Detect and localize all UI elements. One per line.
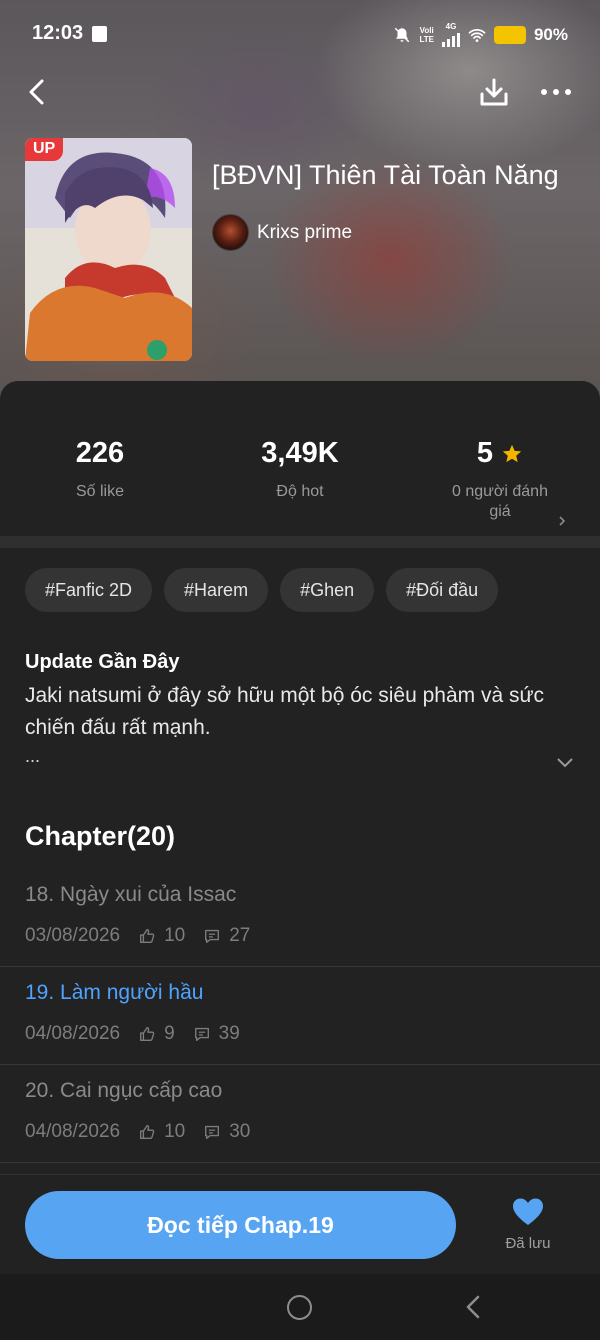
hot-value: 3,49K xyxy=(261,437,339,469)
battery-level: 90% xyxy=(533,24,568,44)
thumbs-up-icon xyxy=(140,1027,155,1041)
chapter-comments: 39 xyxy=(218,1023,240,1044)
thumbs-up-icon xyxy=(140,1125,155,1139)
star-icon xyxy=(502,444,522,462)
shopping-bag-icon xyxy=(92,26,107,42)
chapter-meta: 03/08/2026 10 27 xyxy=(25,925,250,947)
chapter-comments: 27 xyxy=(229,925,251,946)
system-nav-bar xyxy=(0,1274,600,1340)
chevron-down-icon[interactable] xyxy=(555,755,575,769)
chapter-date: 04/08/2026 xyxy=(25,1121,121,1142)
status-bar: 12:03 Voli LTE 4G 90% xyxy=(0,18,600,54)
signal-group: 4G xyxy=(441,22,460,47)
download-icon[interactable] xyxy=(474,72,514,112)
likes-label: Số like xyxy=(75,483,125,500)
chapter-heading: Chapter(20) xyxy=(25,821,176,851)
network-type: Voli LTE xyxy=(419,25,434,44)
more-icon[interactable] xyxy=(536,74,576,110)
comment-icon xyxy=(205,1125,220,1139)
battery-icon xyxy=(493,25,526,44)
chapter-list: 18. Ngày xui của Issac 03/08/2026 10 27 … xyxy=(0,869,600,1163)
status-time: 12:03 xyxy=(32,22,84,44)
chapter-likes: 10 xyxy=(164,1121,186,1142)
author-name[interactable]: Krixs prime xyxy=(257,222,352,244)
back-icon[interactable] xyxy=(20,74,56,110)
update-heading: Update Gần Đây xyxy=(25,651,180,673)
story-title: [BĐVN] Thiên Tài Toàn Năng xyxy=(212,160,559,190)
chapter-title[interactable]: 18. Ngày xui của Issac xyxy=(25,883,236,907)
status-right: Voli LTE 4G 90% xyxy=(393,22,568,47)
chapter-title[interactable]: 19. Làm người hầu xyxy=(25,981,203,1005)
rating-label: 0 người đánh giá xyxy=(452,483,548,520)
up-badge: UP xyxy=(25,138,64,161)
update-ellipsis: ... xyxy=(25,746,41,766)
chapter-likes: 10 xyxy=(164,925,186,946)
cover-illustration xyxy=(25,138,192,361)
section-divider xyxy=(0,536,600,548)
update-description: Jaki natsumi ở đây sở hữu một bộ óc siêu… xyxy=(25,684,545,739)
stat-rating[interactable]: 5 0 người đánh giá xyxy=(400,437,600,526)
chapter-date: 04/08/2026 xyxy=(25,1023,121,1044)
chapter-likes: 9 xyxy=(164,1023,175,1044)
chapter-item[interactable]: 18. Ngày xui của Issac 03/08/2026 10 27 xyxy=(0,869,600,967)
update-section: Update Gần Đây Jaki natsumi ở đây sở hữu… xyxy=(25,651,575,769)
continue-reading-button[interactable]: Đọc tiếp Chap.19 xyxy=(25,1191,456,1259)
stat-likes: 226 Số like xyxy=(0,437,200,502)
saved-button[interactable]: Đã lưu xyxy=(500,1197,556,1252)
author[interactable]: Krixs prime xyxy=(212,214,352,251)
top-nav xyxy=(0,70,600,114)
thumbs-up-icon xyxy=(140,929,155,943)
comment-icon xyxy=(194,1027,209,1041)
chapter-title[interactable]: 20. Cai ngục cấp cao xyxy=(25,1079,222,1103)
likes-value: 226 xyxy=(75,437,125,469)
tag-chip[interactable]: #Đối đầu xyxy=(386,568,499,612)
chapter-date: 03/08/2026 xyxy=(25,925,121,946)
author-avatar[interactable] xyxy=(212,214,249,251)
action-bar: Đọc tiếp Chap.19 Đã lưu xyxy=(0,1174,600,1274)
chapter-comments: 30 xyxy=(229,1121,251,1142)
stats-row: 226 Số like 3,49K Độ hot 5 0 người đánh … xyxy=(0,381,600,536)
tag-chip[interactable]: #Fanfic 2D xyxy=(25,568,153,612)
home-icon[interactable] xyxy=(287,1295,312,1320)
tag-chip[interactable]: #Harem xyxy=(164,568,269,612)
tag-list: #Fanfic 2D #Harem #Ghen #Đối đầu xyxy=(25,568,499,612)
stat-hot: 3,49K Độ hot xyxy=(200,437,400,502)
chapter-item-current[interactable]: 19. Làm người hầu 04/08/2026 9 39 xyxy=(0,967,600,1065)
bell-off-icon xyxy=(395,27,410,42)
wifi-icon xyxy=(468,28,486,42)
chapter-meta: 04/08/2026 10 30 xyxy=(25,1121,250,1143)
system-back-icon[interactable] xyxy=(462,1294,484,1320)
heart-icon[interactable] xyxy=(511,1197,545,1227)
rating-value-row: 5 xyxy=(400,437,600,470)
chapter-meta: 04/08/2026 9 39 xyxy=(25,1023,240,1045)
signal-bars-icon xyxy=(441,31,460,47)
story-cover[interactable]: UP xyxy=(25,138,192,361)
tag-chip[interactable]: #Ghen xyxy=(280,568,375,612)
hot-label: Độ hot xyxy=(276,483,324,500)
saved-label: Đã lưu xyxy=(505,1235,551,1252)
chevron-right-icon xyxy=(559,516,566,526)
rating-value: 5 xyxy=(476,437,494,469)
comment-icon xyxy=(205,929,220,943)
chapter-item[interactable]: 20. Cai ngục cấp cao 04/08/2026 10 30 xyxy=(0,1065,600,1163)
